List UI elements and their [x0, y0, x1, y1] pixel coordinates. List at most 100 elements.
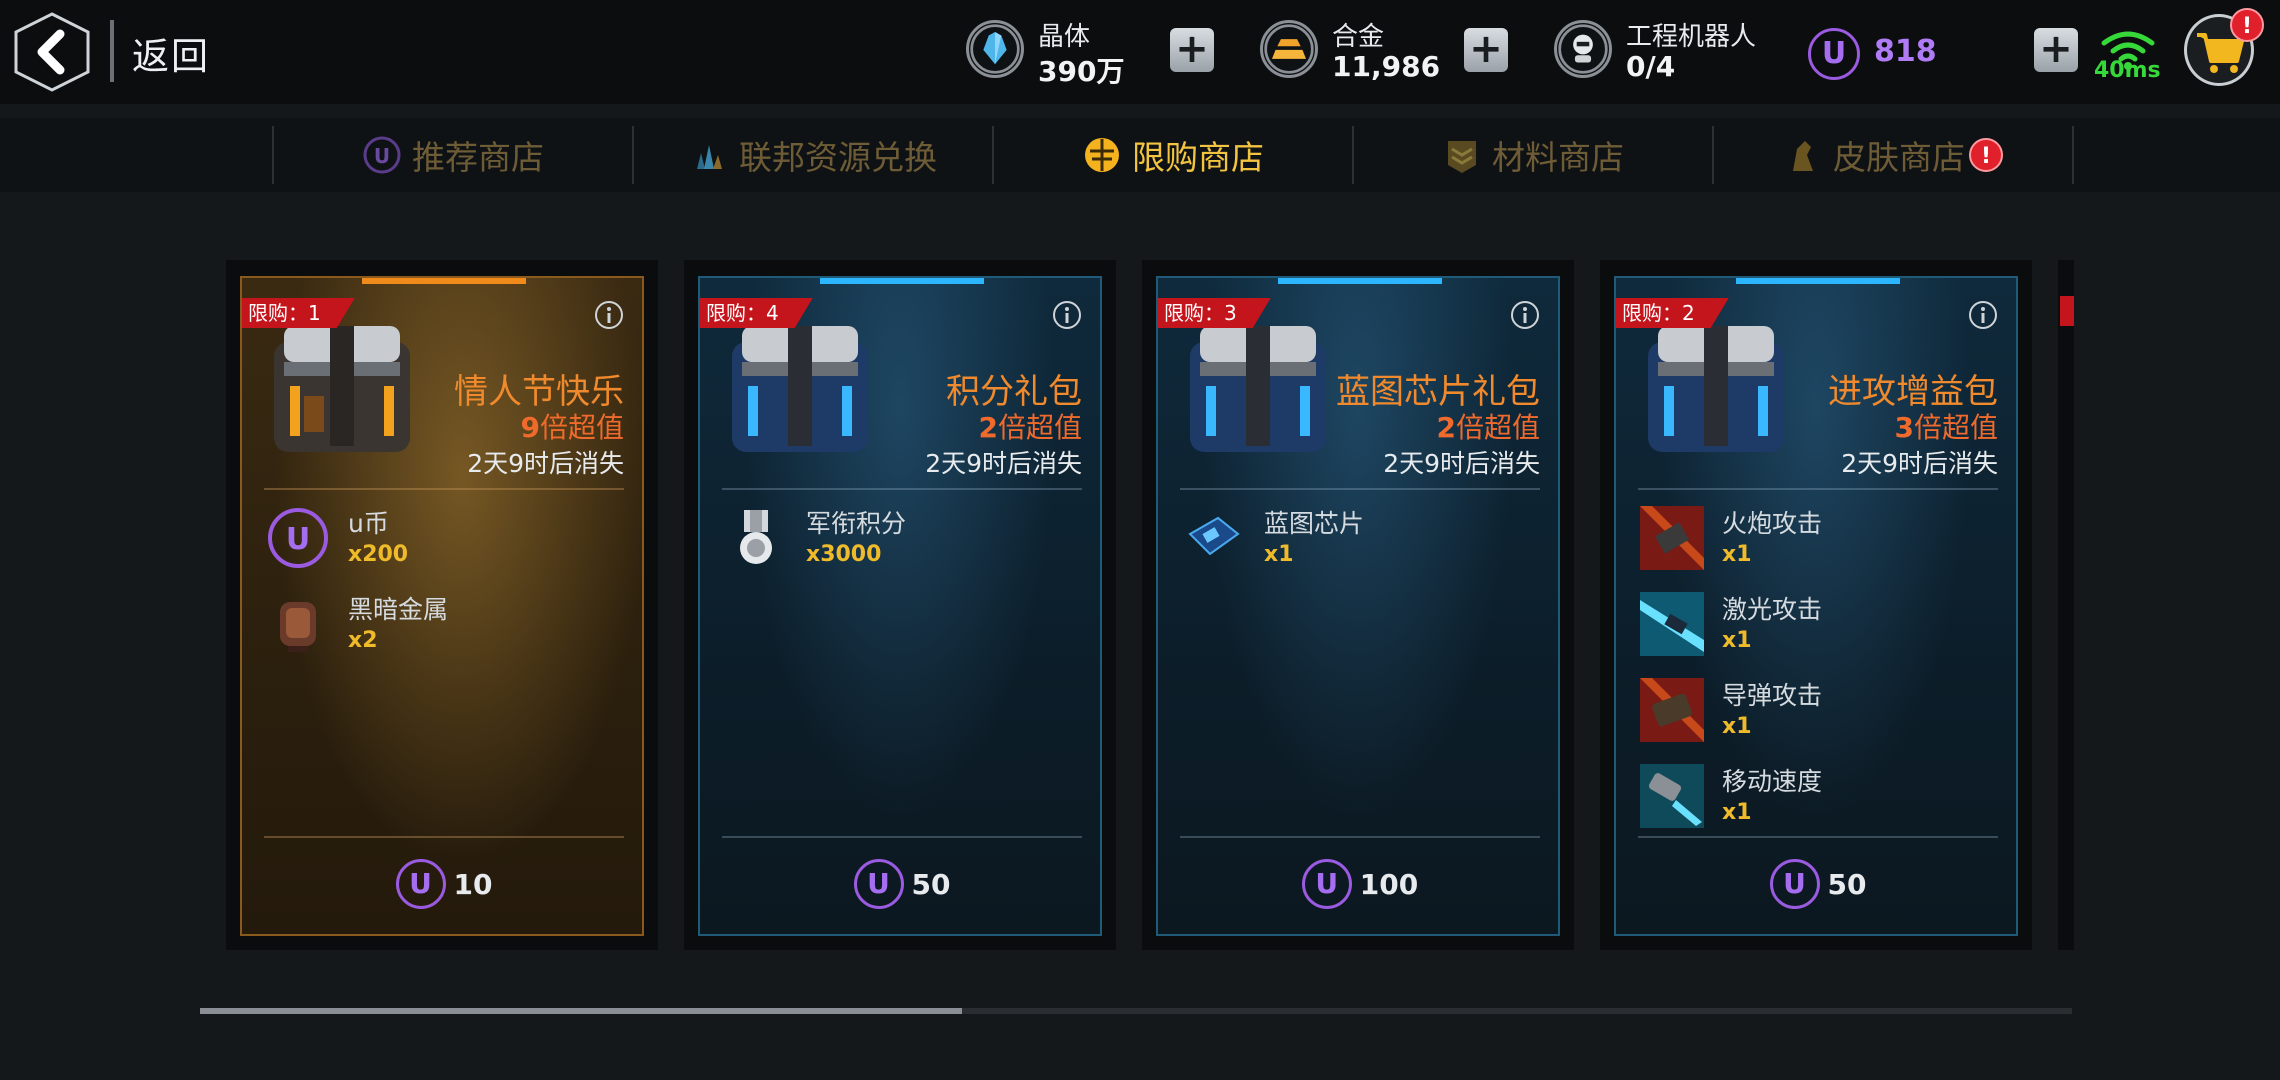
- card-divider: [1180, 836, 1540, 838]
- supply-chest-icon: [1190, 326, 1326, 452]
- value-multiplier: 3: [1894, 411, 1914, 444]
- alloy-icon: [1260, 20, 1318, 78]
- card-divider: [722, 488, 1082, 490]
- package-card[interactable]: 限购：1 情人节快乐 9倍超值 2天9时后消失 U u币 x200 黑暗金属 x: [226, 260, 658, 950]
- chip-icon: [1188, 516, 1240, 556]
- price-button[interactable]: U 10: [242, 856, 642, 912]
- item-quantity: x1: [1264, 542, 1294, 567]
- back-divider: [110, 20, 114, 82]
- card-top-accent: [362, 278, 526, 284]
- card-top-accent: [1278, 278, 1442, 284]
- price-button[interactable]: U 50: [700, 856, 1100, 912]
- limited-shop-icon: [1085, 138, 1119, 172]
- tab-limited-shop[interactable]: 限购商店: [994, 118, 1352, 192]
- package-card[interactable]: 限购：4 积分礼包 2倍超值 2天9时后消失 军衔积分 x3000 U 50: [684, 260, 1116, 950]
- purchase-limit-tag: [2060, 296, 2074, 326]
- item-quantity: x200: [348, 542, 409, 567]
- item-name: 蓝图芯片: [1264, 509, 1365, 538]
- package-timer: 2天9时后消失: [467, 449, 624, 478]
- price-button[interactable]: U 50: [1616, 856, 2016, 912]
- back-arrow-icon[interactable]: [14, 12, 90, 92]
- item-name: 黑暗金属: [348, 595, 449, 624]
- laser-icon: [1640, 592, 1704, 656]
- cannon-icon: [1640, 506, 1704, 570]
- missile-icon: [1640, 678, 1704, 742]
- robot-icon: [1554, 20, 1612, 78]
- value-text: 倍超值: [1913, 411, 1998, 444]
- info-icon[interactable]: [1968, 300, 1998, 330]
- price-value: 100: [1359, 867, 1419, 901]
- tab-label: 推荐商店: [412, 138, 544, 177]
- package-item: 激光攻击 x1: [1640, 586, 2000, 662]
- item-name: 导弹攻击: [1722, 681, 1823, 710]
- u-coin-icon: U: [363, 136, 401, 174]
- resource-robot: 工程机器人 0/4: [1554, 14, 1794, 90]
- package-value: 3倍超值: [1895, 406, 1999, 446]
- network-latency: 40ms: [2094, 58, 2161, 83]
- tab-federation-exchange[interactable]: 联邦资源兑换: [634, 118, 992, 192]
- tab-material-shop[interactable]: 材料商店: [1354, 118, 1712, 192]
- resource-value: 11,986: [1332, 50, 1441, 83]
- tab-recommended-shop[interactable]: U 推荐商店: [274, 118, 632, 192]
- card-divider: [722, 836, 1082, 838]
- horizontal-scrollbar-thumb[interactable]: [200, 1008, 962, 1014]
- back-label[interactable]: 返回: [132, 26, 210, 80]
- package-card[interactable]: 限购：3 蓝图芯片礼包 2倍超值 2天9时后消失 蓝图芯片 x1 U 100: [1142, 260, 1574, 950]
- item-quantity: x1: [1722, 714, 1752, 739]
- next-package-card-peek[interactable]: [2058, 260, 2074, 950]
- skin-icon: [1793, 141, 1813, 171]
- skin-shop-alert-badge: !: [1969, 138, 2003, 172]
- tab-label: 联邦资源兑换: [739, 138, 937, 177]
- price-button[interactable]: U 100: [1158, 856, 1558, 912]
- cart-alert-badge: !: [2230, 8, 2264, 42]
- package-timer: 2天9时后消失: [925, 449, 1082, 478]
- supply-chest-icon: [274, 326, 410, 452]
- tab-skin-shop[interactable]: 皮肤商店 !: [1714, 118, 2072, 192]
- package-item: 移动速度 x1: [1640, 758, 2000, 834]
- item-name: 移动速度: [1722, 767, 1823, 796]
- card-divider: [264, 488, 624, 490]
- info-icon[interactable]: [1510, 300, 1540, 330]
- item-quantity: x1: [1722, 800, 1752, 825]
- item-name: u币: [348, 509, 389, 538]
- value-text: 倍超值: [1455, 411, 1540, 444]
- item-name: 军衔积分: [806, 509, 907, 538]
- package-item: 导弹攻击 x1: [1640, 672, 2000, 748]
- add-alloy-button[interactable]: +: [1464, 28, 1508, 72]
- purchase-limit-tag: 限购：1: [240, 298, 355, 328]
- card-top-accent: [820, 278, 984, 284]
- purchase-limit-tag: 限购：4: [698, 298, 813, 328]
- u-coin-icon: U: [853, 859, 904, 909]
- card-divider: [264, 836, 624, 838]
- value-multiplier: 9: [520, 411, 540, 444]
- resource-name: 晶体: [1038, 22, 1091, 52]
- u-coin-balance: 818: [1874, 34, 1937, 69]
- purchase-limit-tag: 限购：3: [1156, 298, 1271, 328]
- package-item: U u币 x200: [266, 500, 626, 576]
- price-value: 10: [453, 867, 493, 901]
- u-coin-icon: U: [395, 859, 446, 909]
- card-divider: [1638, 836, 1998, 838]
- info-icon[interactable]: [1052, 300, 1082, 330]
- value-multiplier: 2: [978, 411, 998, 444]
- u-coin-icon: U: [268, 508, 328, 568]
- package-item: 黑暗金属 x2: [266, 586, 626, 662]
- info-icon[interactable]: [594, 300, 624, 330]
- u-coin-icon: U: [1808, 28, 1860, 80]
- card-divider: [1638, 488, 1998, 490]
- package-value: 2倍超值: [979, 406, 1083, 446]
- top-bar: 返回 晶体 390万 + 合金 11,986 + 工程机器人 0/4 U 818…: [0, 0, 2280, 104]
- dark-metal-icon: [280, 602, 316, 652]
- package-timer: 2天9时后消失: [1841, 449, 1998, 478]
- package-item: 军衔积分 x3000: [724, 500, 1084, 576]
- resource-crystal: 晶体 390万: [966, 14, 1136, 90]
- package-card[interactable]: 限购：2 进攻增益包 3倍超值 2天9时后消失 火炮攻击 x1 激光攻击 x1 …: [1600, 260, 2032, 950]
- add-crystal-button[interactable]: +: [1170, 28, 1214, 72]
- item-name: 火炮攻击: [1722, 509, 1823, 538]
- tab-divider: [2072, 126, 2074, 184]
- item-quantity: x3000: [806, 542, 882, 567]
- svg-text:U: U: [374, 144, 390, 168]
- resource-value: 0/4: [1626, 50, 1676, 83]
- add-u-coin-button[interactable]: +: [2034, 28, 2078, 72]
- supply-chest-icon: [1648, 326, 1784, 452]
